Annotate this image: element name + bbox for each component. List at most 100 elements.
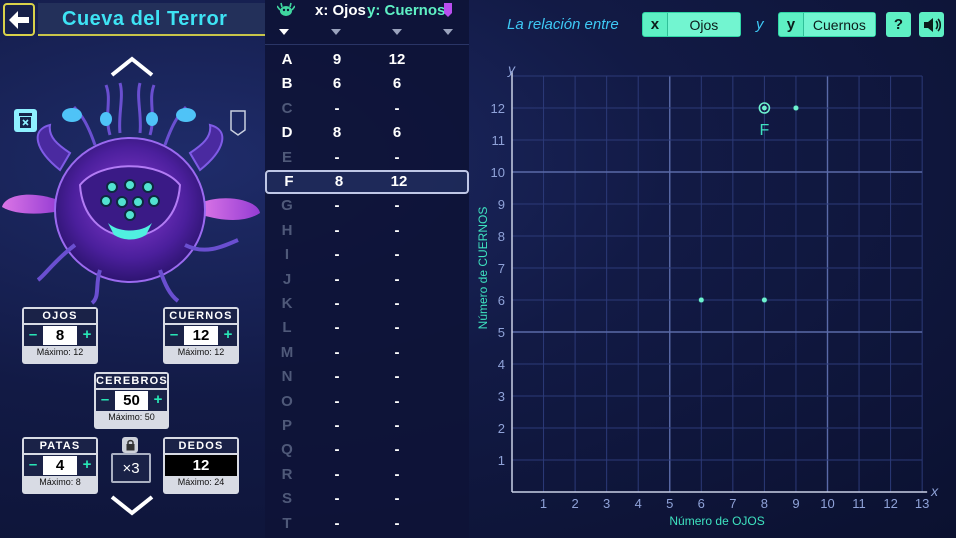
sort-y-caret-icon[interactable]: [392, 29, 402, 35]
table-row[interactable]: N--: [265, 365, 469, 389]
row-letter: M: [280, 343, 294, 361]
back-button[interactable]: [3, 3, 35, 36]
x-tick-label: 5: [666, 496, 673, 511]
table-row[interactable]: J--: [265, 268, 469, 292]
dedos-display: 12: [165, 455, 237, 476]
row-letter: C: [281, 99, 293, 117]
sort-letter-caret-icon[interactable]: [279, 29, 289, 35]
table-row[interactable]: A 9 12: [265, 48, 469, 72]
table-row[interactable]: H--: [265, 219, 469, 243]
cuernos-stepper: – 12 +: [165, 325, 237, 346]
relation-text: La relación entre: [507, 16, 619, 33]
row-x-value: -: [334, 246, 340, 264]
table-row[interactable]: Q--: [265, 438, 469, 462]
x-tick-label: 8: [761, 496, 768, 511]
ojos-value[interactable]: 8: [43, 326, 77, 345]
row-x-value: -: [334, 490, 340, 508]
row-y-value: 6: [392, 75, 402, 93]
trait-cerebros: CEREBROS – 50 + Máximo: 50: [94, 372, 169, 429]
lock-icon[interactable]: [122, 437, 138, 453]
sort-x-caret-icon[interactable]: [331, 29, 341, 35]
row-letter: E: [281, 148, 292, 166]
cuernos-value[interactable]: 12: [184, 326, 218, 345]
cerebros-max: Máximo: 50: [96, 411, 167, 423]
y-selector-key: y: [786, 16, 796, 33]
table-row[interactable]: O--: [265, 390, 469, 414]
table-row[interactable]: C--: [265, 97, 469, 121]
trait-label: CUERNOS: [165, 309, 237, 323]
table-row[interactable]: T--: [265, 512, 469, 536]
x-tick-label: 9: [792, 496, 799, 511]
y-tick-label: 2: [498, 421, 505, 436]
row-letter: F: [284, 173, 294, 190]
filter-icon[interactable]: [443, 2, 453, 18]
monster-panel: Cueva del Terror OJOS – 8 + Máximo: 12 C…: [0, 0, 265, 538]
x-selector-key: x: [650, 16, 660, 33]
patas-value[interactable]: 4: [43, 456, 77, 475]
y-axis-selector[interactable]: y Cuernos: [778, 12, 876, 37]
sort-filter-caret-icon[interactable]: [443, 29, 453, 35]
data-point[interactable]: [792, 104, 800, 112]
cerebros-decrement-button[interactable]: –: [96, 390, 114, 411]
cerebros-increment-button[interactable]: +: [149, 390, 167, 411]
ojos-decrement-button[interactable]: –: [24, 325, 42, 346]
row-y-value: -: [394, 221, 400, 239]
row-letter: K: [281, 295, 293, 312]
help-button[interactable]: ?: [886, 12, 911, 37]
row-x-value: 6: [332, 75, 342, 93]
x-tick-label: 10: [820, 496, 834, 511]
y-column-header: y: Cuernos: [367, 2, 446, 19]
patas-increment-button[interactable]: +: [78, 455, 96, 476]
row-y-value: -: [394, 490, 400, 508]
table-row[interactable]: M--: [265, 341, 469, 365]
row-x-value: -: [334, 148, 340, 166]
table-row[interactable]: D 8 6: [265, 121, 469, 145]
patas-decrement-button[interactable]: –: [24, 455, 42, 476]
x-column-header: x: Ojos: [315, 2, 366, 19]
row-letter: D: [281, 124, 293, 142]
cuernos-increment-button[interactable]: +: [219, 325, 237, 346]
x-header-label: x: Ojos: [315, 2, 366, 19]
table-row-selected[interactable]: F 8 12: [265, 170, 469, 194]
sound-button[interactable]: [919, 12, 944, 37]
table-row[interactable]: K--: [265, 292, 469, 316]
x-tick-label: 2: [571, 496, 578, 511]
table-row[interactable]: G--: [265, 194, 469, 218]
cuernos-decrement-button[interactable]: –: [165, 325, 183, 346]
row-letter: L: [282, 319, 292, 337]
and-text: y: [756, 16, 764, 33]
row-x-value: -: [334, 99, 340, 117]
arrow-left-icon: [9, 10, 29, 29]
row-x-value: -: [334, 343, 340, 361]
cerebros-value[interactable]: 50: [115, 391, 148, 410]
monster-illustration: [2, 82, 260, 305]
row-y-value: -: [394, 148, 400, 166]
trait-cuernos: CUERNOS – 12 + Máximo: 12: [163, 307, 239, 364]
table-row[interactable]: S--: [265, 487, 469, 511]
table-row[interactable]: L--: [265, 316, 469, 340]
row-x-value: -: [334, 417, 340, 434]
x-axis-selector[interactable]: x Ojos: [642, 12, 741, 37]
data-point-selected[interactable]: [762, 105, 767, 111]
table-row[interactable]: E--: [265, 146, 469, 170]
row-y-value: -: [394, 441, 400, 459]
row-x-value: -: [334, 514, 340, 532]
data-point[interactable]: [698, 296, 705, 304]
table-row[interactable]: I--: [265, 243, 469, 267]
table-row[interactable]: R--: [265, 463, 469, 487]
row-letter: Q: [281, 441, 293, 459]
table-row[interactable]: B 6 6: [265, 72, 469, 96]
x-tick-label: 12: [883, 496, 897, 511]
data-point[interactable]: [761, 296, 768, 304]
row-y-value: -: [394, 514, 400, 532]
ojos-increment-button[interactable]: +: [78, 325, 96, 346]
table-row[interactable]: P--: [265, 414, 469, 438]
y-selector-value: Cuernos: [802, 13, 875, 36]
graph-panel: 1 2 3 4 5 6 7 8 9 10 11 12 13 1 2 3 4 5 6 7 8 9 10 11 12 x y Número…: [469, 0, 956, 538]
data-table: x: Ojos y: Cuernos A 9 12 B 6 6 C - - D 8 6 E - - F 8 12 G…: [265, 0, 469, 538]
chevron-down-icon[interactable]: [110, 494, 154, 516]
x-axis-label: Número de OJOS: [669, 514, 764, 528]
patas-stepper: – 4 +: [24, 455, 96, 476]
trait-label: CEREBROS: [96, 374, 168, 388]
point-label: F: [760, 122, 770, 139]
